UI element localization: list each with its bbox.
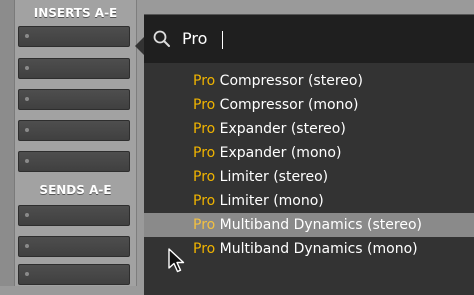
result-item[interactable]: Pro Expander (mono) (144, 141, 474, 165)
result-label: Limiter (mono) (215, 193, 324, 209)
result-match-text: Pro (193, 193, 216, 209)
mixer-strip: INSERTS A-E SENDS A-E (0, 0, 137, 286)
result-match-text: Pro (193, 97, 216, 113)
search-bar: Pro (144, 15, 474, 63)
result-item[interactable]: Pro Compressor (mono) (144, 93, 474, 117)
search-input[interactable]: Pro (182, 27, 207, 51)
insert-slot-c[interactable] (18, 89, 130, 110)
strip-edge (0, 0, 15, 286)
insert-slot-a[interactable] (18, 26, 130, 47)
mouse-pointer-icon (168, 248, 185, 273)
result-item[interactable]: Pro Multiband Dynamics (mono) (144, 237, 474, 261)
insert-slot-b[interactable] (18, 58, 130, 79)
result-item[interactable]: Pro Limiter (mono) (144, 189, 474, 213)
text-caret (222, 31, 223, 49)
result-label: Expander (stereo) (215, 121, 346, 137)
result-item[interactable]: Pro Limiter (stereo) (144, 165, 474, 189)
result-label: Compressor (stereo) (215, 73, 363, 89)
result-label: Compressor (mono) (215, 97, 359, 113)
result-label: Multiband Dynamics (mono) (215, 241, 418, 257)
plugin-search-popup: Pro Pro Compressor (stereo) Pro Compresso… (135, 14, 474, 295)
inserts-label: INSERTS A-E (33, 6, 118, 20)
result-match-text: Pro (193, 217, 216, 233)
result-label: Multiband Dynamics (stereo) (215, 217, 422, 233)
result-label: Limiter (stereo) (215, 169, 329, 185)
slot-dot-icon (25, 34, 29, 38)
sends-label: SENDS A-E (39, 183, 112, 197)
insert-slot-e[interactable] (18, 151, 130, 172)
send-slot-a[interactable] (18, 205, 130, 226)
result-match-text: Pro (193, 145, 216, 161)
result-item[interactable]: Pro Expander (stereo) (144, 117, 474, 141)
search-icon (153, 30, 170, 47)
result-item[interactable]: Pro Compressor (stereo) (144, 69, 474, 93)
result-item[interactable]: Pro Multiband Dynamics (stereo) (144, 213, 474, 237)
slot-dot-icon (25, 244, 29, 248)
slot-dot-icon (25, 66, 29, 70)
popup-pointer (135, 37, 144, 55)
result-match-text: Pro (193, 169, 216, 185)
result-label: Expander (mono) (215, 145, 342, 161)
send-slot-b[interactable] (18, 236, 130, 257)
send-slot-c[interactable] (18, 264, 130, 285)
result-match-text: Pro (193, 241, 216, 257)
results-list: Pro Compressor (stereo) Pro Compressor (m… (144, 69, 474, 261)
insert-slot-d[interactable] (18, 120, 130, 141)
slot-dot-icon (25, 272, 29, 276)
slot-dot-icon (25, 97, 29, 101)
slot-dot-icon (25, 213, 29, 217)
result-match-text: Pro (193, 121, 216, 137)
slot-dot-icon (25, 159, 29, 163)
slot-dot-icon (25, 128, 29, 132)
result-match-text: Pro (193, 73, 216, 89)
